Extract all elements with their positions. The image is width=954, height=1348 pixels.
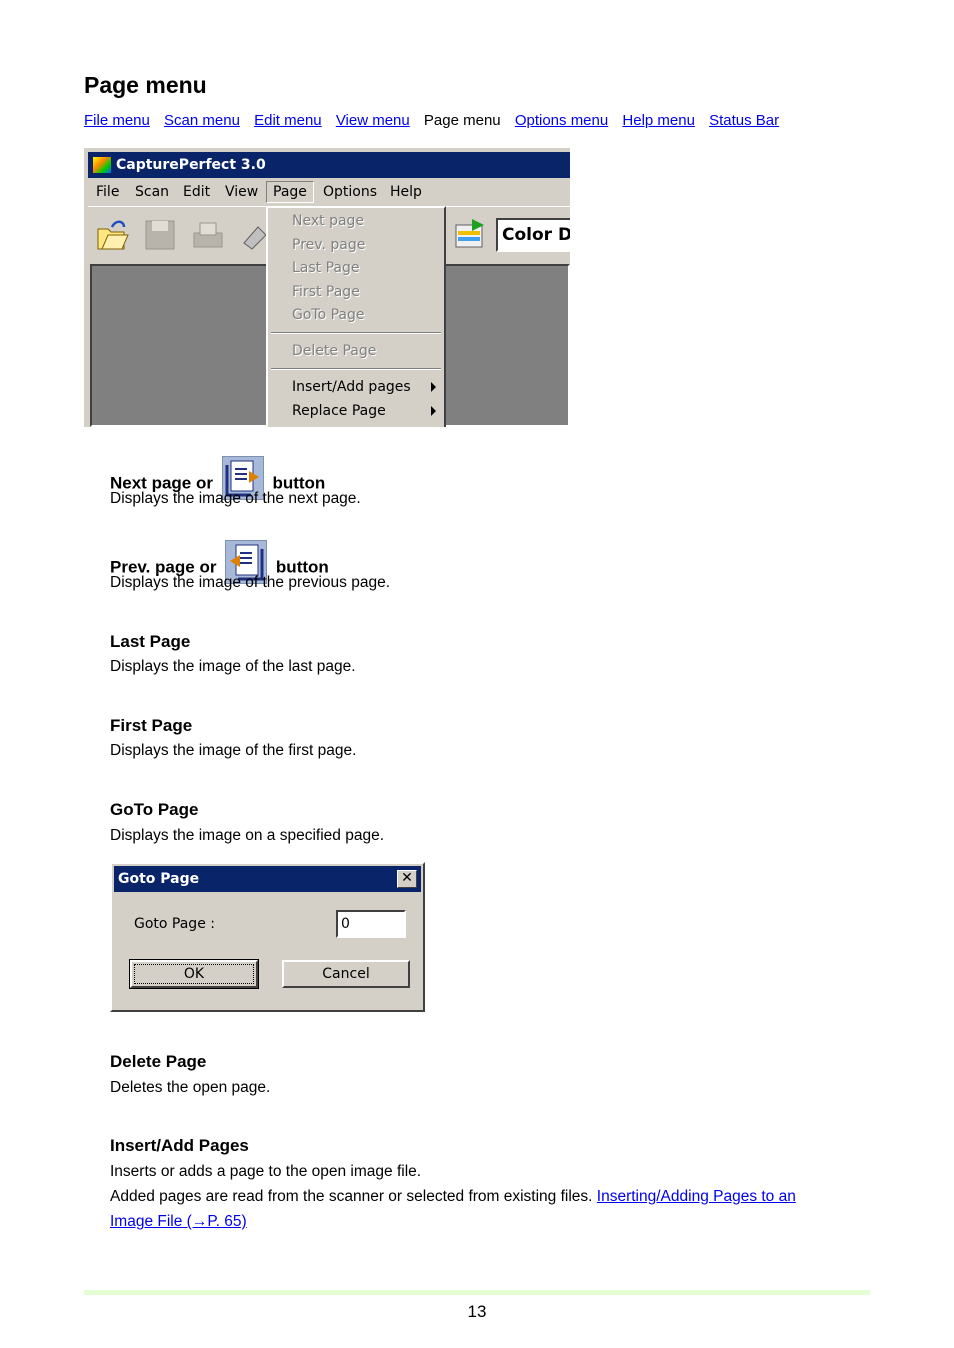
- inserting-adding-pages-link[interactable]: Inserting/Adding Pages to an: [597, 1188, 796, 1205]
- menubar-file[interactable]: File: [96, 184, 119, 200]
- section-first-page-heading: First Page: [110, 716, 193, 735]
- menubar-scan[interactable]: Scan: [135, 184, 169, 200]
- page-number: 13: [467, 1302, 487, 1321]
- menu-item-last-page[interactable]: Last Page: [292, 257, 360, 279]
- goto-page-dialog: Goto Page ✕ Goto Page : 0 OK Cancel: [110, 862, 425, 1012]
- section-insert-add-pages-heading: Insert/Add Pages: [110, 1136, 249, 1155]
- goto-page-label: Goto Page :: [134, 916, 215, 932]
- app-title-bar: CapturePerfect 3.0: [88, 152, 570, 178]
- menu-item-replace-page[interactable]: Replace Page: [292, 400, 386, 422]
- color-mode-icon[interactable]: [452, 217, 488, 253]
- app-screenshot: CapturePerfect 3.0 File Scan Edit View P…: [84, 148, 570, 427]
- nav-scan-menu[interactable]: Scan menu: [164, 112, 240, 129]
- ok-button[interactable]: OK: [129, 959, 259, 989]
- menubar-view[interactable]: View: [225, 184, 258, 200]
- dialog-title-bar: Goto Page ✕: [114, 866, 421, 892]
- section-next-page-desc: Displays the image of the next page.: [110, 490, 361, 507]
- menu-item-goto-page[interactable]: GoTo Page: [292, 304, 365, 326]
- menu-separator: [271, 368, 441, 370]
- nav-page-menu-current: Page menu: [423, 112, 501, 129]
- print-icon[interactable]: [190, 217, 226, 253]
- section-delete-page-desc: Deletes the open page.: [110, 1079, 271, 1096]
- menu-separator: [271, 332, 441, 334]
- menu-item-next-page[interactable]: Next page: [292, 210, 364, 232]
- menu-item-insert-add-pages[interactable]: Insert/Add pages: [292, 376, 411, 398]
- section-insert-add-pages-desc2: Added pages are read from the scanner or…: [110, 1188, 796, 1205]
- cancel-button[interactable]: Cancel: [282, 960, 410, 988]
- section-insert-add-pages-desc: Inserts or adds a page to the open image…: [110, 1163, 422, 1180]
- nav-help-menu[interactable]: Help menu: [622, 112, 695, 129]
- app-title: CapturePerfect 3.0: [116, 157, 266, 173]
- section-goto-page-desc: Displays the image on a specified page.: [110, 827, 384, 844]
- close-icon[interactable]: ✕: [397, 870, 417, 888]
- nav-edit-menu[interactable]: Edit menu: [254, 112, 322, 129]
- section-first-page-desc: Displays the image of the first page.: [110, 742, 357, 759]
- footer-divider: [84, 1290, 870, 1295]
- section-delete-page-heading: Delete Page: [110, 1052, 207, 1071]
- menu-item-first-page[interactable]: First Page: [292, 281, 360, 303]
- section-prev-page-desc: Displays the image of the previous page.: [110, 574, 391, 591]
- app-menubar: File Scan Edit View Page Options Help: [88, 178, 570, 206]
- menu-item-prev-page[interactable]: Prev. page: [292, 234, 365, 256]
- submenu-arrow-icon: [431, 406, 436, 416]
- app-logo-icon: [93, 157, 111, 173]
- section-last-page-heading: Last Page: [110, 632, 191, 651]
- save-disk-icon[interactable]: [142, 217, 178, 253]
- menu-nav: File menu Scan menu Edit menu View menu …: [84, 112, 789, 129]
- section-goto-page-heading: GoTo Page: [110, 800, 199, 819]
- menubar-help[interactable]: Help: [390, 184, 422, 200]
- nav-options-menu[interactable]: Options menu: [515, 112, 608, 129]
- inserting-adding-pages-link-cont[interactable]: Image File (→P. 65): [110, 1213, 247, 1230]
- section-last-page-desc: Displays the image of the last page.: [110, 658, 356, 675]
- menu-item-delete-page[interactable]: Delete Page: [292, 340, 376, 362]
- menubar-edit[interactable]: Edit: [183, 184, 210, 200]
- menubar-options[interactable]: Options: [323, 184, 377, 200]
- open-folder-icon[interactable]: [94, 217, 130, 253]
- submenu-arrow-icon: [431, 382, 436, 392]
- page-menu-dropdown: Next page Prev. page Last Page First Pag…: [266, 206, 446, 427]
- dialog-title: Goto Page: [118, 871, 200, 887]
- page-title: Page menu: [84, 72, 207, 98]
- menubar-page[interactable]: Page: [266, 181, 314, 203]
- nav-view-menu[interactable]: View menu: [336, 112, 410, 129]
- nav-file-menu[interactable]: File menu: [84, 112, 150, 129]
- nav-status-bar[interactable]: Status Bar: [709, 112, 779, 129]
- color-mode-combo[interactable]: Color D: [496, 218, 570, 252]
- goto-page-input[interactable]: 0: [336, 910, 406, 938]
